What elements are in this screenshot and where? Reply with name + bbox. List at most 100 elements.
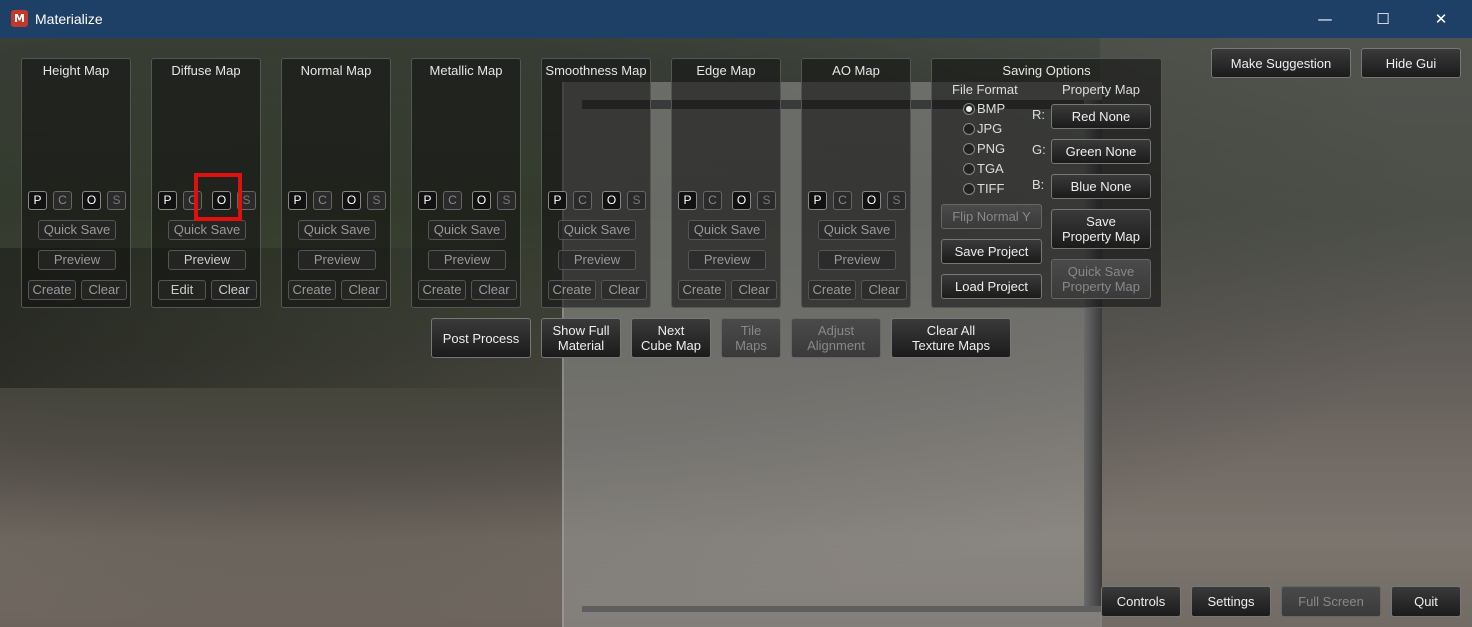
clear-all-texture-maps-button[interactable]: Clear All Texture Maps: [891, 318, 1011, 358]
save-button[interactable]: S: [757, 191, 776, 210]
flip-normal-y-button[interactable]: Flip Normal Y: [941, 204, 1042, 229]
preview-button[interactable]: Preview: [168, 250, 246, 270]
create-button[interactable]: Create: [28, 280, 76, 300]
button-label-line1: Adjust: [817, 323, 855, 338]
format-radio-png[interactable]: [963, 143, 975, 155]
format-radio-tiff[interactable]: [963, 183, 975, 195]
preview-button[interactable]: Preview: [818, 250, 896, 270]
quit-button[interactable]: Quit: [1391, 586, 1461, 617]
create-button[interactable]: Create: [678, 280, 726, 300]
clear-button[interactable]: Clear: [211, 280, 257, 300]
red-channel-label: R:: [1032, 107, 1045, 122]
open-button[interactable]: O: [602, 191, 621, 210]
preview-button[interactable]: Preview: [38, 250, 116, 270]
button-label-line1: Tile: [740, 323, 762, 338]
paste-button[interactable]: P: [418, 191, 437, 210]
open-button[interactable]: O: [342, 191, 361, 210]
open-button[interactable]: O: [732, 191, 751, 210]
create-button[interactable]: Create: [418, 280, 466, 300]
quick-save-button[interactable]: Quick Save: [428, 220, 506, 240]
paste-button[interactable]: P: [28, 191, 47, 210]
clear-button[interactable]: Clear: [731, 280, 777, 300]
load-project-button[interactable]: Load Project: [941, 274, 1042, 299]
paste-button[interactable]: P: [808, 191, 827, 210]
save-button[interactable]: S: [887, 191, 906, 210]
open-button[interactable]: O: [472, 191, 491, 210]
paste-button[interactable]: P: [678, 191, 697, 210]
format-radio-tga[interactable]: [963, 163, 975, 175]
edit-button[interactable]: Edit: [158, 280, 206, 300]
paste-button[interactable]: P: [158, 191, 177, 210]
next-cube-map-button[interactable]: Next Cube Map: [631, 318, 711, 358]
button-label-line1: Quick Save: [1067, 264, 1135, 279]
preview-button[interactable]: Preview: [688, 250, 766, 270]
save-button[interactable]: S: [367, 191, 386, 210]
quick-save-button[interactable]: Quick Save: [558, 220, 636, 240]
create-button[interactable]: Create: [548, 280, 596, 300]
preview-button[interactable]: Preview: [558, 250, 636, 270]
quick-save-button[interactable]: Quick Save: [168, 220, 246, 240]
hide-gui-button[interactable]: Hide Gui: [1361, 48, 1461, 78]
panel-title: Normal Map: [300, 63, 372, 78]
button-label-line2: Texture Maps: [911, 338, 991, 353]
copy-button[interactable]: C: [443, 191, 462, 210]
format-label-bmp: BMP: [977, 101, 1006, 116]
copy-button[interactable]: C: [573, 191, 592, 210]
maximize-button[interactable]: ☐: [1354, 0, 1412, 38]
save-property-map-button[interactable]: Save Property Map: [1051, 209, 1151, 249]
save-button[interactable]: S: [627, 191, 646, 210]
preview-frame-bottom: [582, 606, 1102, 612]
format-label-tga: TGA: [977, 161, 1004, 176]
quick-save-button[interactable]: Quick Save: [818, 220, 896, 240]
copy-button[interactable]: C: [703, 191, 722, 210]
blue-channel-button[interactable]: Blue None: [1051, 174, 1151, 199]
make-suggestion-button[interactable]: Make Suggestion: [1211, 48, 1351, 78]
height-map-panel: Height Map P C O S Quick Save Preview Cr…: [21, 58, 131, 308]
open-button[interactable]: O: [82, 191, 101, 210]
format-radio-bmp[interactable]: [963, 103, 975, 115]
window-title: Materialize: [35, 11, 103, 27]
copy-button[interactable]: C: [833, 191, 852, 210]
save-button[interactable]: S: [107, 191, 126, 210]
paste-button[interactable]: P: [288, 191, 307, 210]
show-full-material-button[interactable]: Show Full Material: [541, 318, 621, 358]
minimize-button[interactable]: —: [1296, 0, 1354, 38]
red-channel-button[interactable]: Red None: [1051, 104, 1151, 129]
preview-button[interactable]: Preview: [298, 250, 376, 270]
button-label-line2: Cube Map: [641, 338, 701, 353]
controls-button[interactable]: Controls: [1101, 586, 1181, 617]
format-radio-jpg[interactable]: [963, 123, 975, 135]
tile-maps-button[interactable]: Tile Maps: [721, 318, 781, 358]
app-logo-icon: [11, 10, 28, 27]
full-screen-button[interactable]: Full Screen: [1281, 586, 1381, 617]
adjust-alignment-button[interactable]: Adjust Alignment: [791, 318, 881, 358]
blue-channel-label: B:: [1032, 177, 1045, 192]
preview-button[interactable]: Preview: [428, 250, 506, 270]
paste-button[interactable]: P: [548, 191, 567, 210]
saving-options-title: Saving Options: [1002, 63, 1091, 78]
save-project-button[interactable]: Save Project: [941, 239, 1042, 264]
copy-button[interactable]: C: [313, 191, 332, 210]
save-button[interactable]: S: [497, 191, 516, 210]
normal-map-panel: Normal Map P C O S Quick Save Preview Cr…: [281, 58, 391, 308]
clear-button[interactable]: Clear: [861, 280, 907, 300]
panel-title: AO Map: [832, 63, 880, 78]
create-button[interactable]: Create: [808, 280, 856, 300]
open-button[interactable]: O: [862, 191, 881, 210]
format-label-jpg: JPG: [977, 121, 1003, 136]
settings-button[interactable]: Settings: [1191, 586, 1271, 617]
post-process-button[interactable]: Post Process: [431, 318, 531, 358]
quick-save-button[interactable]: Quick Save: [298, 220, 376, 240]
copy-button[interactable]: C: [53, 191, 72, 210]
clear-button[interactable]: Clear: [81, 280, 127, 300]
quick-save-property-map-button[interactable]: Quick Save Property Map: [1051, 259, 1151, 299]
quick-save-button[interactable]: Quick Save: [38, 220, 116, 240]
clear-button[interactable]: Clear: [471, 280, 517, 300]
clear-button[interactable]: Clear: [601, 280, 647, 300]
create-button[interactable]: Create: [288, 280, 336, 300]
button-label-line2: Alignment: [807, 338, 865, 353]
clear-button[interactable]: Clear: [341, 280, 387, 300]
quick-save-button[interactable]: Quick Save: [688, 220, 766, 240]
green-channel-button[interactable]: Green None: [1051, 139, 1151, 164]
close-button[interactable]: ✕: [1412, 0, 1470, 38]
